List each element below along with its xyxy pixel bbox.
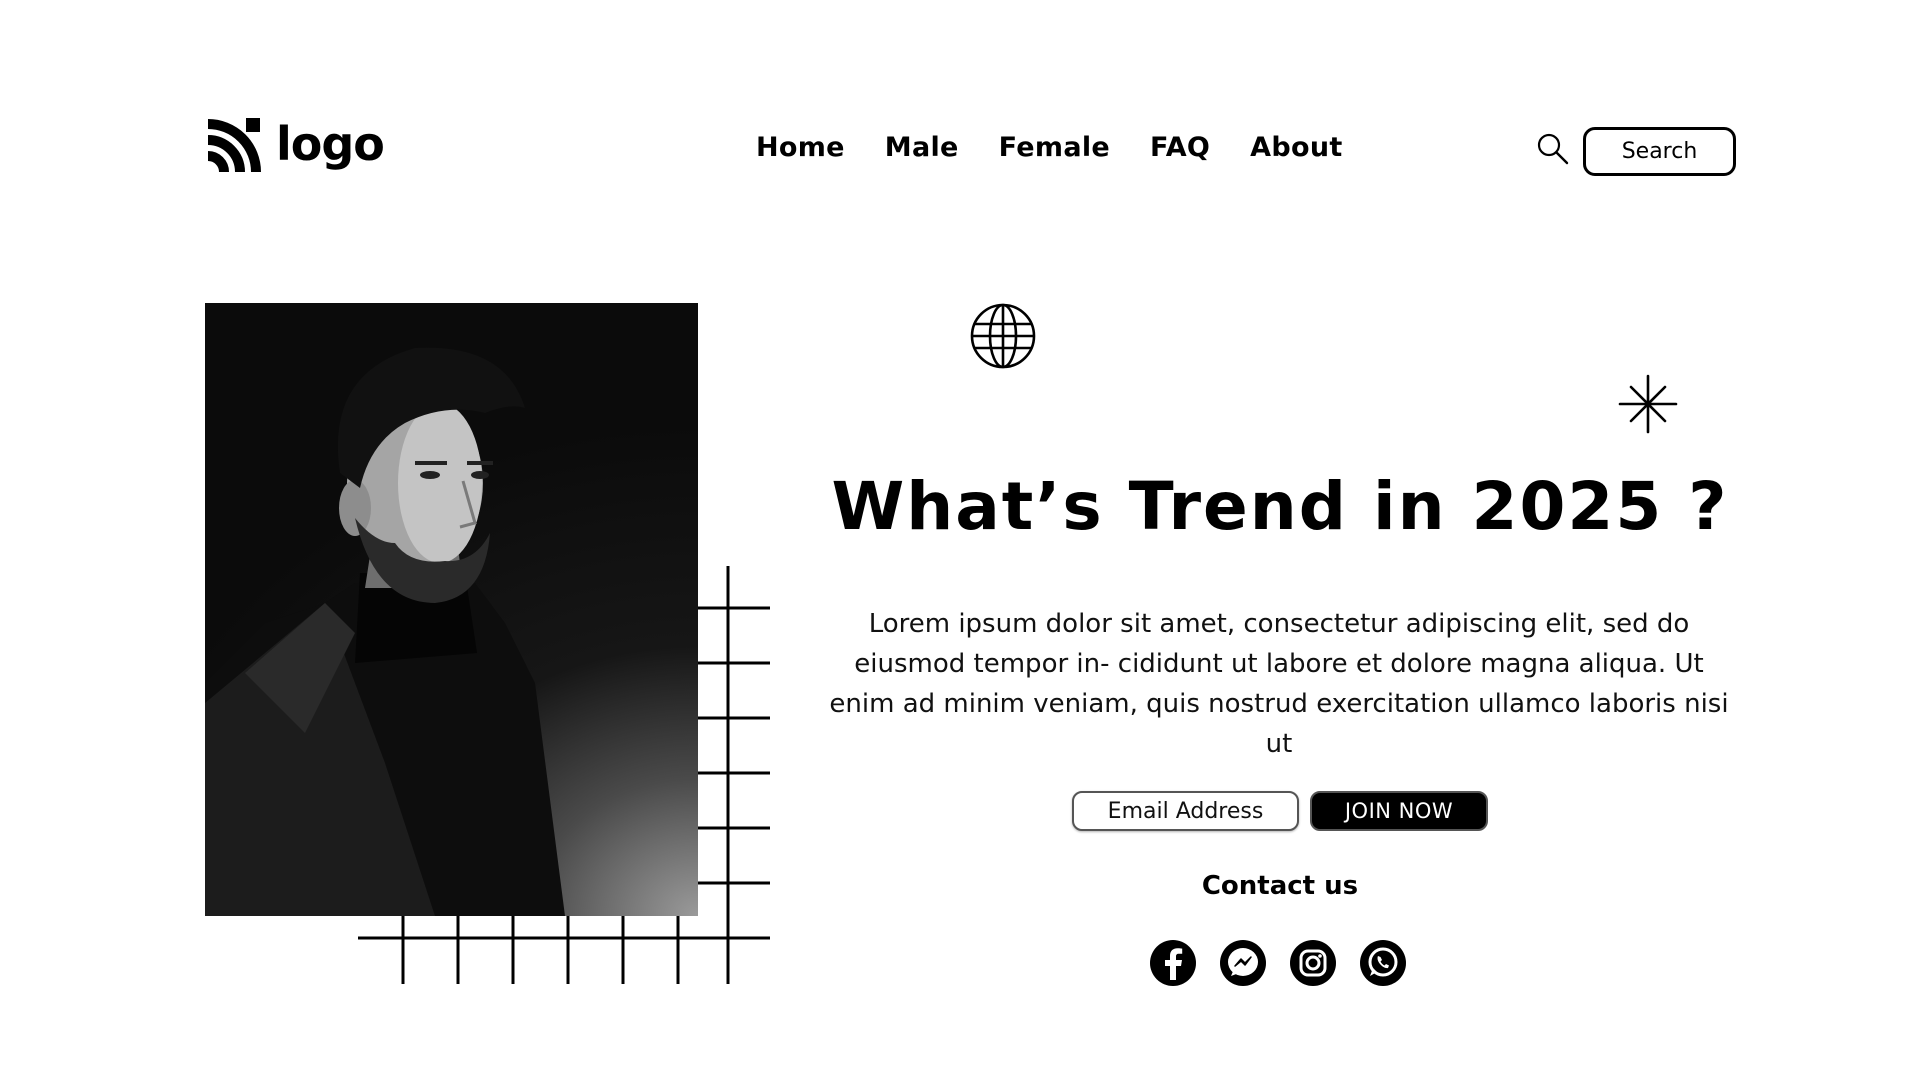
contact-heading: Contact us <box>1201 871 1359 901</box>
logo-text: logo <box>276 117 385 171</box>
hero-description: Lorem ipsum dolor sit amet, consectetur … <box>829 609 1729 759</box>
main-nav: Home Male Female FAQ About <box>756 132 1343 163</box>
nav-about[interactable]: About <box>1250 132 1342 163</box>
facebook-link[interactable] <box>1150 940 1196 986</box>
search-icon[interactable] <box>1536 132 1570 166</box>
globe-icon <box>970 303 1036 369</box>
logo-mark-icon <box>207 118 261 173</box>
nav-home[interactable]: Home <box>756 132 845 163</box>
sparkle-icon <box>1618 374 1678 434</box>
search-button[interactable]: Search <box>1583 127 1736 176</box>
instagram-link[interactable] <box>1290 940 1336 986</box>
whatsapp-icon <box>1368 947 1398 977</box>
facebook-icon <box>1165 948 1183 980</box>
whatsapp-link[interactable] <box>1360 940 1406 986</box>
grid-decoration <box>358 566 770 984</box>
nav-male[interactable]: Male <box>885 132 959 163</box>
messenger-icon <box>1228 948 1258 976</box>
nav-female[interactable]: Female <box>999 132 1110 163</box>
join-now-button[interactable]: JOIN NOW <box>1310 791 1488 831</box>
social-links <box>1150 940 1406 986</box>
instagram-icon <box>1299 949 1327 977</box>
email-field[interactable] <box>1072 791 1299 831</box>
hero-title: What’s Trend in 2025 ? <box>831 468 1729 545</box>
messenger-link[interactable] <box>1220 940 1266 986</box>
nav-faq[interactable]: FAQ <box>1150 132 1210 163</box>
logo[interactable]: logo <box>204 117 385 176</box>
